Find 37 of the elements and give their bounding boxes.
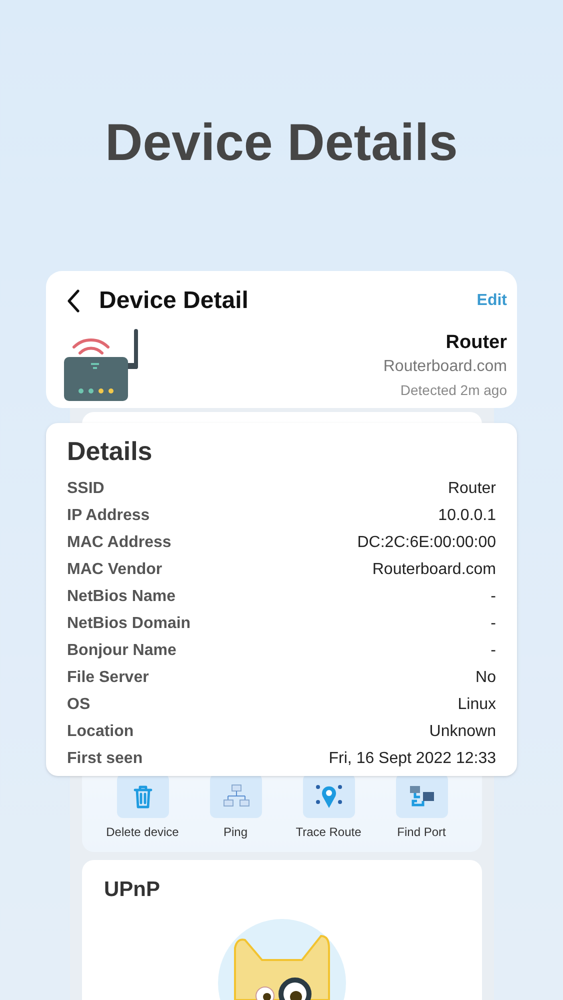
detail-label: MAC Address xyxy=(67,532,172,552)
detail-label: NetBios Domain xyxy=(67,614,191,634)
device-vendor: Routerboard.com xyxy=(383,357,507,377)
action-button[interactable]: Delete device xyxy=(96,774,189,840)
detail-value: Linux xyxy=(458,694,496,714)
detail-value: 10.0.0.1 xyxy=(438,506,496,526)
detail-value: Unknown xyxy=(429,722,496,742)
detail-label: SSID xyxy=(67,478,104,498)
network-icon xyxy=(210,774,262,818)
detail-label: MAC Vendor xyxy=(67,560,162,580)
detail-label: IP Address xyxy=(67,506,150,526)
switch-icon xyxy=(396,774,448,818)
screen-title: Device Detail xyxy=(99,286,248,316)
detail-label: Location xyxy=(67,722,134,742)
detail-label: First seen xyxy=(67,748,143,768)
detail-value: - xyxy=(490,614,496,634)
section-title: UPnP xyxy=(104,877,160,903)
detail-label: OS xyxy=(67,694,90,714)
detail-value: Router xyxy=(448,478,496,498)
detail-value: No xyxy=(476,668,496,688)
action-button[interactable]: Ping xyxy=(189,774,282,840)
detail-value: - xyxy=(490,586,496,606)
detail-label: Bonjour Name xyxy=(67,640,176,660)
action-button[interactable]: Find Port xyxy=(375,774,468,840)
back-icon xyxy=(66,289,80,313)
detail-value: Routerboard.com xyxy=(372,560,496,580)
detail-label: File Server xyxy=(67,668,149,688)
trash-icon xyxy=(116,774,168,818)
section-title: Details xyxy=(67,435,154,468)
detail-value: - xyxy=(490,640,496,660)
action-button[interactable]: Trace Route xyxy=(282,774,375,840)
detail-label: NetBios Name xyxy=(67,586,176,606)
page-headline: Device Details xyxy=(105,113,458,174)
detected-time: Detected 2m ago xyxy=(400,381,507,400)
device-name: Router xyxy=(446,331,507,355)
detail-value: Fri, 16 Sept 2022 12:33 xyxy=(328,748,496,768)
detail-value: DC:2C:6E:00:00:00 xyxy=(357,532,496,552)
